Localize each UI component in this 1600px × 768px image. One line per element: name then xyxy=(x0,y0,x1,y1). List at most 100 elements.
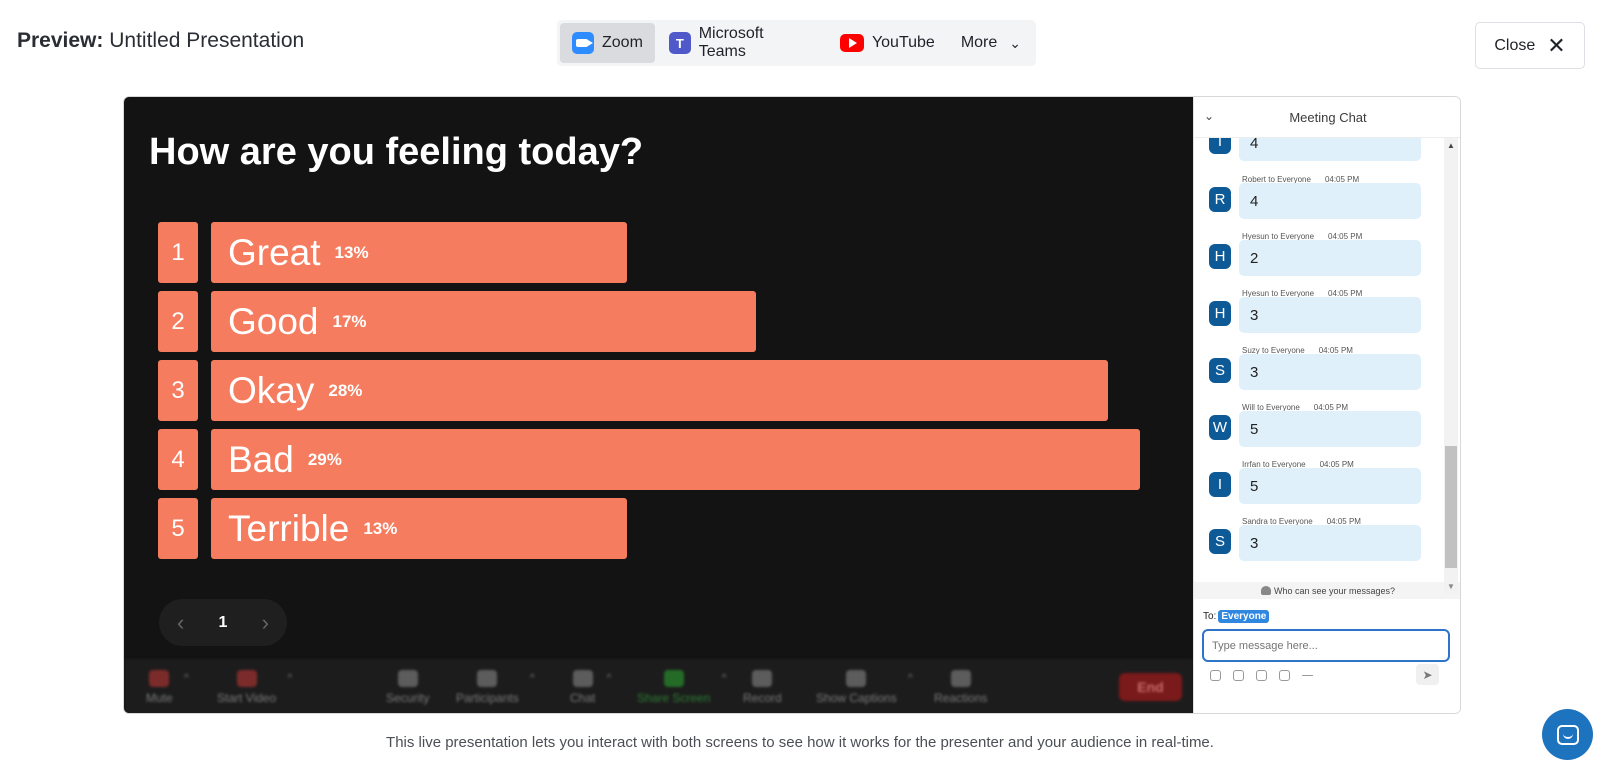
help-chat-button[interactable] xyxy=(1542,709,1593,760)
tab-zoom-label: Zoom xyxy=(602,34,643,51)
top-bar: Preview: Untitled Presentation Zoom T Mi… xyxy=(0,0,1600,88)
tab-teams-label: Microsoft Teams xyxy=(698,25,764,60)
tab-youtube[interactable]: YouTube xyxy=(828,23,947,63)
tab-microsoft-teams[interactable]: T Microsoft Teams xyxy=(657,23,826,63)
send-icon[interactable]: ➤ xyxy=(1416,664,1439,685)
chat-message: T 4 xyxy=(1194,138,1444,174)
start-video-button[interactable]: Start Video ^ xyxy=(217,659,292,713)
screenshot-icon[interactable] xyxy=(1233,670,1244,681)
avatar: I xyxy=(1209,472,1231,497)
message-bubble: 3 xyxy=(1239,525,1421,561)
message-bubble: 4 xyxy=(1239,138,1421,161)
option-label: Great xyxy=(228,231,321,273)
message-bubble: 3 xyxy=(1239,354,1421,390)
option-label: Terrible xyxy=(228,507,350,549)
option-percent: 13% xyxy=(334,242,369,262)
close-button[interactable]: Close ✕ xyxy=(1475,22,1585,69)
who-can-see-label: Who can see your messages? xyxy=(1273,585,1396,596)
prev-slide-icon[interactable]: ‹ xyxy=(177,610,184,636)
mute-label: Mute xyxy=(146,690,173,705)
avatar: S xyxy=(1209,529,1231,554)
teams-icon: T xyxy=(668,32,691,54)
preview-frame: How are you feeling today? 1 Great 13% 2 Goo… xyxy=(123,96,1461,714)
zoom-toolbar: Mute ^ Start Video ^ Security Participants… xyxy=(124,659,1193,713)
recipient-row: To: Everyone xyxy=(1203,610,1270,623)
message-bubble: 4 xyxy=(1239,183,1421,219)
chat-message: Sandra to Everyone 04:05 PM S 3 xyxy=(1194,517,1444,574)
avatar: S xyxy=(1209,358,1231,383)
share-screen-label: Share Screen xyxy=(637,690,711,705)
footer-caption: This live presentation lets you interact… xyxy=(386,734,1214,751)
chat-messages: T 4 Robert to Everyone 04:05 PM R 4 Hyesun t… xyxy=(1194,138,1444,590)
poll-question: How are you feeling today? xyxy=(149,131,644,173)
show-captions-label: Show Captions xyxy=(816,690,897,705)
reactions-icon xyxy=(950,669,971,687)
collapse-icon[interactable]: ⌄ xyxy=(1204,109,1214,123)
emoji-icon[interactable] xyxy=(1279,670,1290,681)
scroll-up-icon[interactable]: ▲ xyxy=(1447,141,1455,150)
message-bubble: 3 xyxy=(1239,297,1421,333)
security-button[interactable]: Security xyxy=(386,659,430,713)
slide-pager: ‹ 1 › xyxy=(159,599,287,646)
who-can-see-link[interactable]: Who can see your messages? xyxy=(1194,582,1460,599)
chat-header: ⌄ Meeting Chat xyxy=(1194,97,1460,138)
option-percent: 29% xyxy=(307,449,342,469)
option-percent: 17% xyxy=(332,311,367,331)
scroll-down-icon[interactable]: ▼ xyxy=(1447,582,1455,591)
option-bar: Good 17% xyxy=(211,291,756,352)
option-bar: Great 13% xyxy=(211,222,627,283)
captions-icon xyxy=(846,669,867,687)
close-label: Close xyxy=(1494,36,1536,54)
avatar: R xyxy=(1209,187,1231,212)
show-captions-button[interactable]: Show Captions ^ xyxy=(816,659,913,713)
end-button[interactable]: End xyxy=(1119,673,1182,701)
chat-label: Chat xyxy=(570,690,596,705)
chat-message: Irrfan to Everyone 04:05 PM I 5 xyxy=(1194,460,1444,517)
tab-zoom[interactable]: Zoom xyxy=(560,23,655,63)
participants-icon xyxy=(477,669,498,687)
format-icon[interactable] xyxy=(1210,670,1221,681)
message-bubble: 5 xyxy=(1239,411,1421,447)
participants-button[interactable]: Participants ^ xyxy=(456,659,535,713)
next-slide-icon[interactable]: › xyxy=(262,610,269,636)
file-icon[interactable] xyxy=(1256,670,1267,681)
option-percent: 13% xyxy=(363,518,398,538)
scroll-thumb[interactable] xyxy=(1445,446,1457,568)
page-number: 1 xyxy=(218,613,228,631)
mute-button[interactable]: Mute ^ xyxy=(146,659,189,713)
avatar: H xyxy=(1209,244,1231,269)
video-off-icon xyxy=(236,669,257,687)
to-label: To: xyxy=(1203,611,1217,622)
message-bubble: 5 xyxy=(1239,468,1421,504)
option-percent: 28% xyxy=(328,380,363,400)
message-input[interactable] xyxy=(1202,629,1450,662)
record-button[interactable]: Record xyxy=(743,659,782,713)
option-label: Bad xyxy=(228,438,294,480)
avatar: H xyxy=(1209,301,1231,326)
security-label: Security xyxy=(386,690,430,705)
chevron-down-icon: ⌄ xyxy=(1009,34,1021,51)
reactions-button[interactable]: Reactions xyxy=(934,659,988,713)
tab-more[interactable]: More ⌄ xyxy=(949,23,1033,63)
more-icon[interactable] xyxy=(1302,675,1313,676)
participants-label: Participants xyxy=(456,690,519,705)
chat-button[interactable]: Chat ^ xyxy=(570,659,611,713)
youtube-icon xyxy=(839,34,864,52)
meeting-chat-panel: ⌄ Meeting Chat T 4 Robert to Everyone 04:… xyxy=(1193,97,1460,713)
option-number: 4 xyxy=(158,429,198,490)
composer-tools xyxy=(1210,670,1313,681)
chat-message: Hyesun to Everyone 04:05 PM H 3 xyxy=(1194,289,1444,346)
microphone-icon xyxy=(149,669,170,687)
share-screen-icon xyxy=(663,669,684,687)
chat-message: Hyesun to Everyone 04:05 PM H 2 xyxy=(1194,232,1444,289)
recipient-select[interactable]: Everyone xyxy=(1218,610,1270,623)
chat-message: Suzy to Everyone 04:05 PM S 3 xyxy=(1194,346,1444,403)
option-label: Good xyxy=(228,300,319,342)
share-screen-button[interactable]: Share Screen ^ xyxy=(637,659,726,713)
shield-icon xyxy=(397,669,418,687)
message-bubble: 2 xyxy=(1239,240,1421,276)
page-title: Preview: Untitled Presentation xyxy=(17,29,304,53)
reactions-label: Reactions xyxy=(934,690,988,705)
person-icon xyxy=(1260,586,1271,595)
chat-scrollbar[interactable]: ▲ ▼ xyxy=(1444,138,1458,594)
